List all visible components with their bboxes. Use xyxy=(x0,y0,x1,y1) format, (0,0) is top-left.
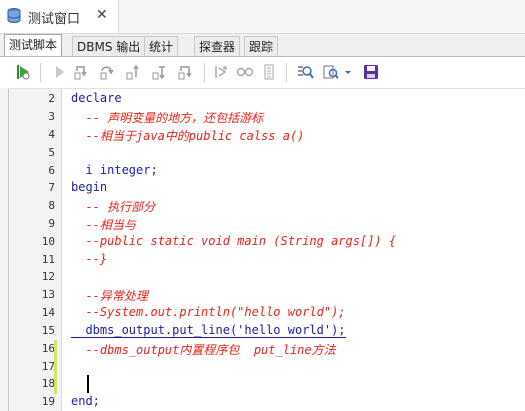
window-tab-title: 测试窗口 xyxy=(28,12,81,27)
code-line: i integer; xyxy=(71,163,158,177)
debug-toolbar xyxy=(0,57,525,88)
tab-statistics[interactable]: 统计 xyxy=(144,36,179,56)
line-number: 13 xyxy=(41,288,55,301)
inner-tab-bar: 测试脚本 DBMS 输出 统计 探查器 跟踪 xyxy=(0,34,525,57)
line-number: 2 xyxy=(48,92,55,105)
line-number: 4 xyxy=(48,128,55,141)
tab-dbms-output[interactable]: DBMS 输出 xyxy=(72,36,146,56)
changed-line-marker xyxy=(54,340,57,358)
database-icon xyxy=(6,7,22,25)
line-number-gutter: 2 3 4 5 6 7 8 9 10 11 12 13 14 15 16 17 … xyxy=(9,89,62,411)
close-icon[interactable]: ✕ xyxy=(96,7,108,23)
code-line: begin xyxy=(71,180,108,194)
line-number: 3 xyxy=(48,110,55,123)
code-line: --异常处理 xyxy=(71,289,148,303)
line-number: 14 xyxy=(41,306,55,319)
code-editor[interactable]: 2 3 4 5 6 7 8 9 10 11 12 13 14 15 16 17 … xyxy=(8,88,525,411)
line-number: 5 xyxy=(48,146,55,159)
line-number: 19 xyxy=(41,395,55,408)
zoom-icon[interactable] xyxy=(322,63,340,81)
code-line: --相当于java中的public calss a() xyxy=(71,129,305,143)
left-panel-edge xyxy=(0,88,8,410)
find-icon[interactable] xyxy=(296,63,314,81)
window-tab-strip: 测试窗口 ✕ xyxy=(0,0,525,34)
line-number: 18 xyxy=(41,377,55,390)
code-line: declare xyxy=(71,91,122,105)
line-number: 12 xyxy=(41,270,55,283)
step-back-icon[interactable] xyxy=(176,63,194,81)
tab-trace[interactable]: 跟踪 xyxy=(244,36,279,56)
save-icon[interactable] xyxy=(362,63,380,81)
line-number: 9 xyxy=(48,217,55,230)
changed-line-marker xyxy=(54,358,57,394)
code-line: --public static void main (String args[]… xyxy=(71,234,397,248)
line-number: 7 xyxy=(48,181,55,194)
code-line: --dbms_output内置程序包 put_line方法 xyxy=(71,343,336,357)
code-line: --} xyxy=(71,252,108,266)
step-into-icon[interactable] xyxy=(72,63,90,81)
breakpoint-icon[interactable] xyxy=(212,63,230,81)
code-line: dbms_output.put_line('hello world'); xyxy=(71,323,346,338)
toolbar-separator xyxy=(40,63,41,82)
trace-icon[interactable] xyxy=(260,63,278,81)
line-number: 16 xyxy=(41,342,55,355)
step-icon[interactable] xyxy=(50,63,68,81)
line-number: 15 xyxy=(41,324,55,337)
tab-profiler[interactable]: 探查器 xyxy=(194,36,241,56)
code-line: -- 声明变量的地方，还包括游标 xyxy=(71,111,264,125)
text-cursor xyxy=(87,375,89,393)
code-line: --相当与 xyxy=(71,218,136,232)
watch-icon[interactable] xyxy=(236,63,254,81)
line-number: 11 xyxy=(41,253,55,266)
step-over-icon[interactable] xyxy=(98,63,116,81)
toolbar-separator xyxy=(204,63,205,82)
code-line: end; xyxy=(71,394,100,408)
toolbar-separator xyxy=(286,63,287,82)
window-tab-test[interactable]: 测试窗口 ✕ xyxy=(0,0,119,33)
step-out-icon[interactable] xyxy=(124,63,142,81)
dropdown-icon[interactable] xyxy=(343,63,353,81)
run-to-exception-icon[interactable] xyxy=(150,63,168,81)
tab-test-script[interactable]: 测试脚本 xyxy=(4,34,63,57)
run-icon[interactable] xyxy=(14,63,32,81)
code-line: -- 执行部分 xyxy=(71,200,156,214)
line-number: 6 xyxy=(48,164,55,177)
line-number: 10 xyxy=(41,235,55,248)
line-number: 8 xyxy=(48,199,55,212)
code-line: --System.out.println("hello world"); xyxy=(71,305,346,319)
line-number: 17 xyxy=(41,360,55,373)
